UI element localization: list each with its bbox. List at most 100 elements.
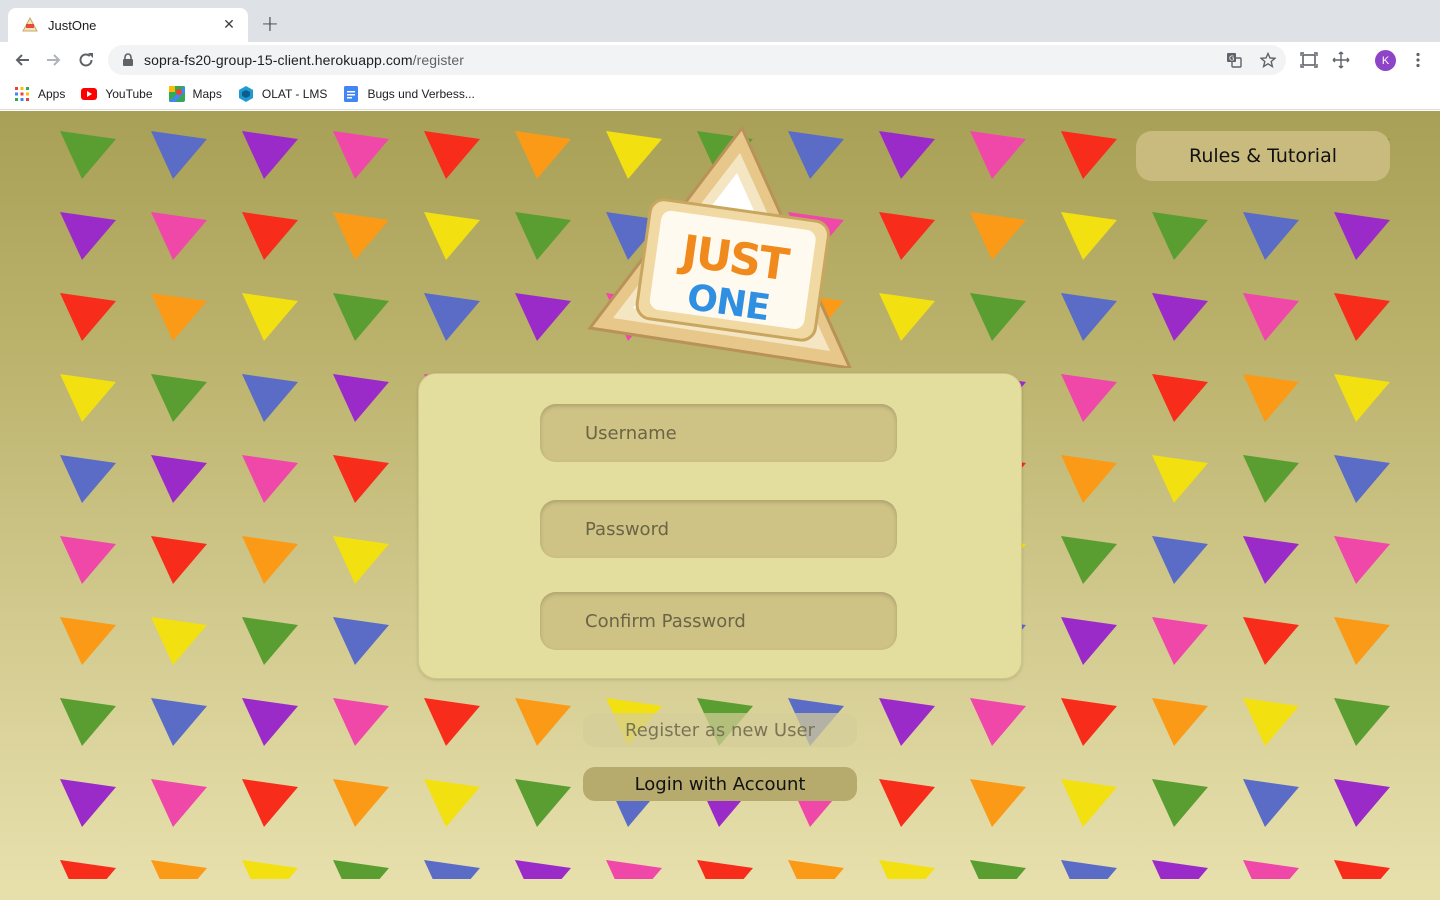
page-bottom-strip bbox=[0, 879, 1440, 900]
bookmark-label: YouTube bbox=[105, 86, 153, 101]
background-triangle bbox=[151, 293, 207, 341]
background-triangle bbox=[1152, 779, 1208, 827]
background-triangle bbox=[242, 779, 298, 827]
background-triangle bbox=[1152, 374, 1208, 422]
background-triangle bbox=[1243, 617, 1299, 665]
profile-avatar[interactable]: K bbox=[1375, 50, 1396, 71]
confirm-password-input[interactable] bbox=[540, 592, 897, 650]
extension-move-icon[interactable] bbox=[1327, 46, 1355, 74]
background-triangle bbox=[515, 212, 571, 260]
background-triangle bbox=[151, 860, 207, 879]
background-triangle bbox=[1243, 212, 1299, 260]
reload-icon[interactable] bbox=[72, 46, 100, 74]
background-triangle bbox=[424, 212, 480, 260]
close-tab-icon[interactable]: ✕ bbox=[220, 16, 238, 34]
background-triangle bbox=[879, 131, 935, 179]
background-triangle bbox=[424, 779, 480, 827]
tab-strip: JustOne ✕ + bbox=[0, 0, 1440, 42]
browser-tab[interactable]: JustOne ✕ bbox=[8, 8, 248, 42]
background-triangle bbox=[1334, 374, 1390, 422]
bookmark-olat[interactable]: OLAT - LMS bbox=[238, 85, 327, 102]
login-button[interactable]: Login with Account bbox=[583, 767, 857, 801]
maps-icon bbox=[168, 85, 185, 102]
youtube-icon bbox=[81, 86, 98, 102]
background-triangle bbox=[515, 698, 571, 746]
background-triangle bbox=[879, 293, 935, 341]
background-triangle bbox=[242, 293, 298, 341]
background-triangle bbox=[1334, 860, 1390, 879]
background-triangle bbox=[333, 860, 389, 879]
background-triangle bbox=[60, 455, 116, 503]
background-triangle bbox=[60, 698, 116, 746]
background-triangle bbox=[60, 374, 116, 422]
background-triangle bbox=[151, 131, 207, 179]
username-input[interactable] bbox=[540, 404, 897, 462]
background-triangle bbox=[1334, 293, 1390, 341]
background-triangle bbox=[1334, 617, 1390, 665]
background-triangle bbox=[151, 536, 207, 584]
justone-logo: JUST ONE bbox=[587, 125, 852, 368]
bookmark-apps[interactable]: Apps bbox=[14, 86, 65, 102]
background-triangle bbox=[879, 698, 935, 746]
background-triangle bbox=[1061, 617, 1117, 665]
background-triangle bbox=[970, 131, 1026, 179]
bookmark-youtube[interactable]: YouTube bbox=[81, 86, 153, 102]
background-triangle bbox=[1243, 293, 1299, 341]
bookmark-star-icon[interactable] bbox=[1256, 48, 1280, 72]
password-input[interactable] bbox=[540, 500, 897, 558]
apps-grid-icon bbox=[14, 86, 30, 102]
background-triangle bbox=[151, 212, 207, 260]
background-triangle bbox=[60, 779, 116, 827]
background-triangle bbox=[697, 860, 753, 879]
background-triangle bbox=[333, 374, 389, 422]
background-triangle bbox=[1061, 536, 1117, 584]
background-triangle bbox=[1152, 536, 1208, 584]
background-triangle bbox=[333, 455, 389, 503]
background-triangle bbox=[1061, 779, 1117, 827]
background-triangle bbox=[242, 131, 298, 179]
background-triangle bbox=[333, 779, 389, 827]
background-triangle bbox=[60, 293, 116, 341]
rules-tutorial-button[interactable]: Rules & Tutorial bbox=[1136, 131, 1390, 181]
svg-text:G: G bbox=[1229, 55, 1234, 63]
background-triangle bbox=[1152, 698, 1208, 746]
justone-favicon-icon bbox=[22, 17, 38, 33]
background-triangle bbox=[333, 536, 389, 584]
background-triangle bbox=[60, 617, 116, 665]
background-triangle bbox=[242, 860, 298, 879]
lock-icon bbox=[120, 52, 136, 68]
background-triangle bbox=[60, 860, 116, 879]
background-triangle bbox=[424, 293, 480, 341]
back-arrow-icon[interactable] bbox=[8, 46, 36, 74]
background-triangle bbox=[333, 698, 389, 746]
bookmarks-bar: Apps YouTube Maps OLAT - LMS Bugs und Ve… bbox=[0, 78, 1440, 110]
background-triangle bbox=[1061, 455, 1117, 503]
background-triangle bbox=[970, 293, 1026, 341]
bookmark-bugs[interactable]: Bugs und Verbess... bbox=[343, 85, 475, 102]
background-triangle bbox=[242, 374, 298, 422]
background-triangle bbox=[60, 131, 116, 179]
background-triangle bbox=[333, 212, 389, 260]
background-triangle bbox=[1243, 374, 1299, 422]
url-path: /register bbox=[412, 52, 465, 68]
background-triangle bbox=[151, 779, 207, 827]
bookmark-maps[interactable]: Maps bbox=[168, 85, 222, 102]
background-triangle bbox=[333, 131, 389, 179]
background-triangle bbox=[151, 617, 207, 665]
register-button[interactable]: Register as new User bbox=[583, 713, 857, 747]
address-bar[interactable]: sopra-fs20-group-15-client.herokuapp.com… bbox=[108, 45, 1286, 75]
background-triangle bbox=[515, 779, 571, 827]
chrome-menu-icon[interactable] bbox=[1404, 46, 1432, 74]
background-triangle bbox=[1334, 698, 1390, 746]
translate-icon[interactable]: G bbox=[1222, 48, 1246, 72]
background-triangle bbox=[515, 293, 571, 341]
page-content: JUST ONE Rules & Tutorial Register as ne… bbox=[0, 111, 1440, 900]
background-triangle bbox=[879, 779, 935, 827]
background-triangle bbox=[970, 212, 1026, 260]
forward-arrow-icon[interactable] bbox=[40, 46, 68, 74]
new-tab-plus-icon[interactable]: + bbox=[258, 12, 282, 37]
background-triangle bbox=[1061, 374, 1117, 422]
background-triangle bbox=[242, 212, 298, 260]
background-triangle bbox=[1152, 293, 1208, 341]
screen-capture-icon[interactable] bbox=[1295, 46, 1323, 74]
